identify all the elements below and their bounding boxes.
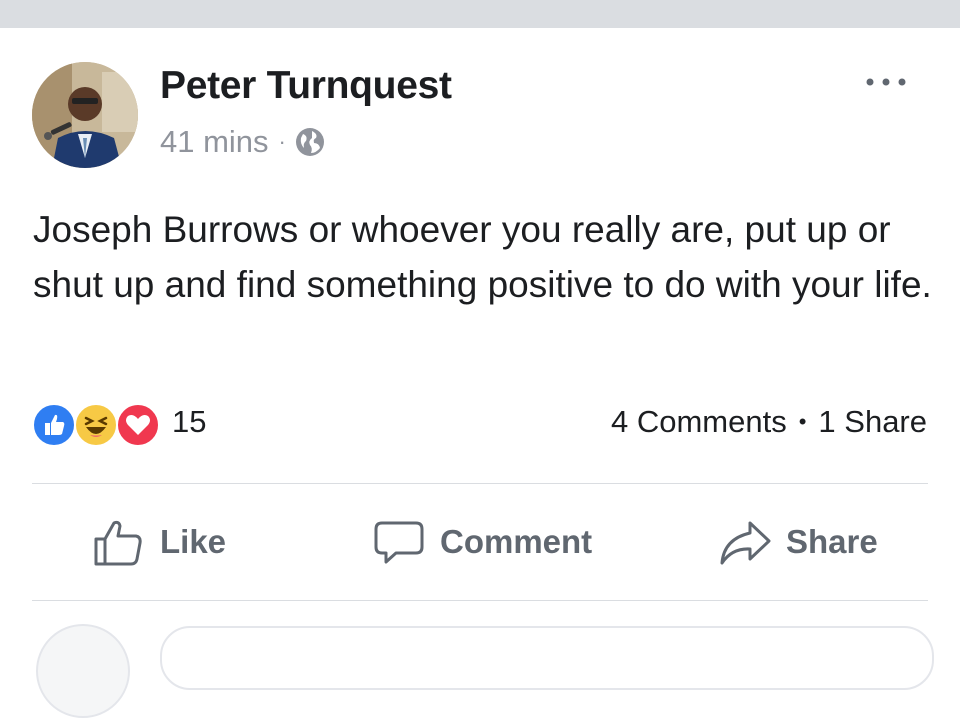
share-button[interactable]: Share [718,510,878,574]
love-reaction-icon [116,403,160,447]
reactions-summary[interactable] [32,403,182,447]
thumbs-up-icon [94,520,142,566]
comments-count[interactable]: 4 Comments [611,404,787,440]
shares-count[interactable]: 1 Share [818,404,927,440]
like-button[interactable]: Like [92,510,226,574]
share-arrow-icon [720,521,771,565]
commenter-avatar [36,624,130,718]
meta-separator: · [278,129,286,154]
comment-icon [374,521,424,564]
post-text: Joseph Burrows or whoever you really are… [33,209,932,305]
author-avatar[interactable] [32,62,138,168]
comment-input[interactable] [160,626,934,690]
author-name[interactable]: Peter Turnquest [160,64,452,108]
divider-top [32,483,928,484]
comment-button[interactable]: Comment [372,510,592,574]
share-label: Share [786,523,878,560]
stats-separator: • [798,409,807,434]
reaction-count[interactable]: 15 [172,404,206,440]
post-time[interactable]: 41 mins [160,124,269,160]
divider-bottom [32,600,928,601]
more-options-icon[interactable] [862,74,910,90]
post-stats: 4 Comments • 1 Share [611,404,927,440]
globe-icon [295,128,324,156]
top-band [0,0,960,28]
comment-label: Comment [440,523,593,560]
haha-reaction-icon [74,403,118,447]
like-label: Like [160,523,227,560]
post-meta: 41 mins · [160,124,326,160]
like-reaction-icon [32,403,76,447]
